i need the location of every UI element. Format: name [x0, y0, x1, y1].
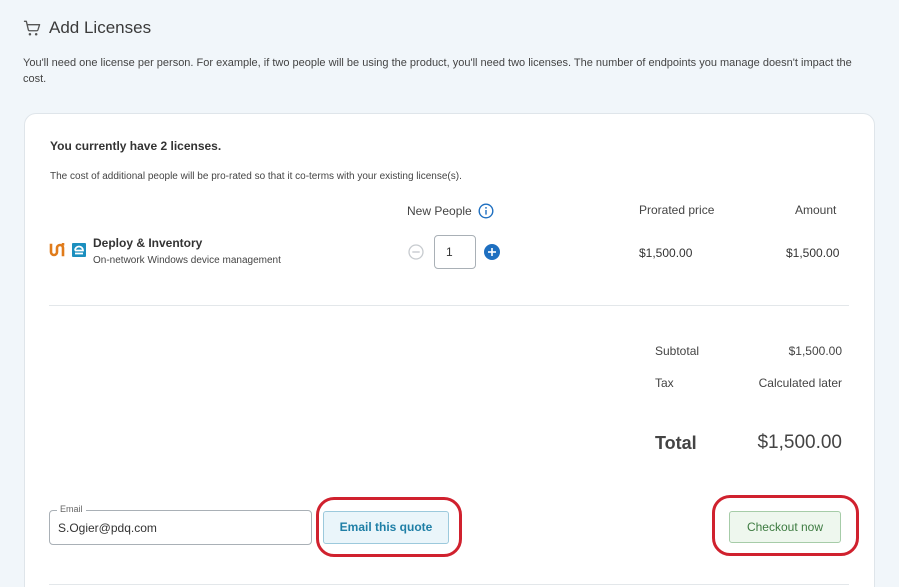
total-value: $1,500.00	[757, 432, 842, 453]
intro-text: You'll need one license per person. For …	[23, 57, 852, 85]
page-title: Add Licenses	[49, 18, 152, 37]
prorate-note: The cost of additional people will be pr…	[50, 171, 462, 182]
divider	[49, 305, 849, 306]
column-new-people-label: New People	[407, 204, 472, 218]
page: Add Licenses You'll need one license per…	[0, 0, 899, 587]
email-quote-button[interactable]: Email this quote	[323, 511, 449, 544]
email-legend: Email	[57, 504, 86, 514]
plus-icon[interactable]	[484, 244, 500, 260]
column-new-people: New People	[407, 203, 494, 219]
page-header: Add Licenses	[22, 18, 151, 38]
email-field: Email	[49, 504, 312, 545]
minus-icon[interactable]	[408, 244, 424, 260]
product-amount: $1,500.00	[786, 246, 840, 260]
quantity-stepper: 1	[408, 235, 500, 269]
product-prorated-price: $1,500.00	[639, 246, 693, 260]
tax-value: Calculated later	[758, 376, 842, 390]
tax-label: Tax	[655, 376, 674, 390]
bottom-divider	[49, 584, 849, 585]
column-prorated-price: Prorated price	[639, 203, 715, 217]
deploy-logo-icon	[49, 243, 65, 257]
product-name: Deploy & Inventory	[93, 236, 203, 250]
total-label: Total	[655, 433, 697, 453]
product-logos	[49, 242, 93, 258]
subtotal-label: Subtotal	[655, 344, 700, 358]
column-amount: Amount	[795, 203, 837, 217]
cart-icon	[23, 20, 41, 36]
checkout-button[interactable]: Checkout now	[729, 511, 841, 543]
product-row: Deploy & Inventory On-network Windows de…	[49, 236, 281, 266]
product-info: Deploy & Inventory On-network Windows de…	[93, 236, 281, 266]
email-input[interactable]	[49, 510, 312, 545]
license-card: You currently have 2 licenses. The cost …	[24, 113, 875, 587]
product-description: On-network Windows device management	[93, 255, 281, 266]
inventory-logo-icon	[72, 243, 86, 257]
quantity-input[interactable]: 1	[434, 235, 476, 269]
subtotal-value: $1,500.00	[788, 344, 842, 358]
current-licenses-text: You currently have 2 licenses.	[50, 139, 222, 153]
info-icon[interactable]	[478, 203, 494, 219]
